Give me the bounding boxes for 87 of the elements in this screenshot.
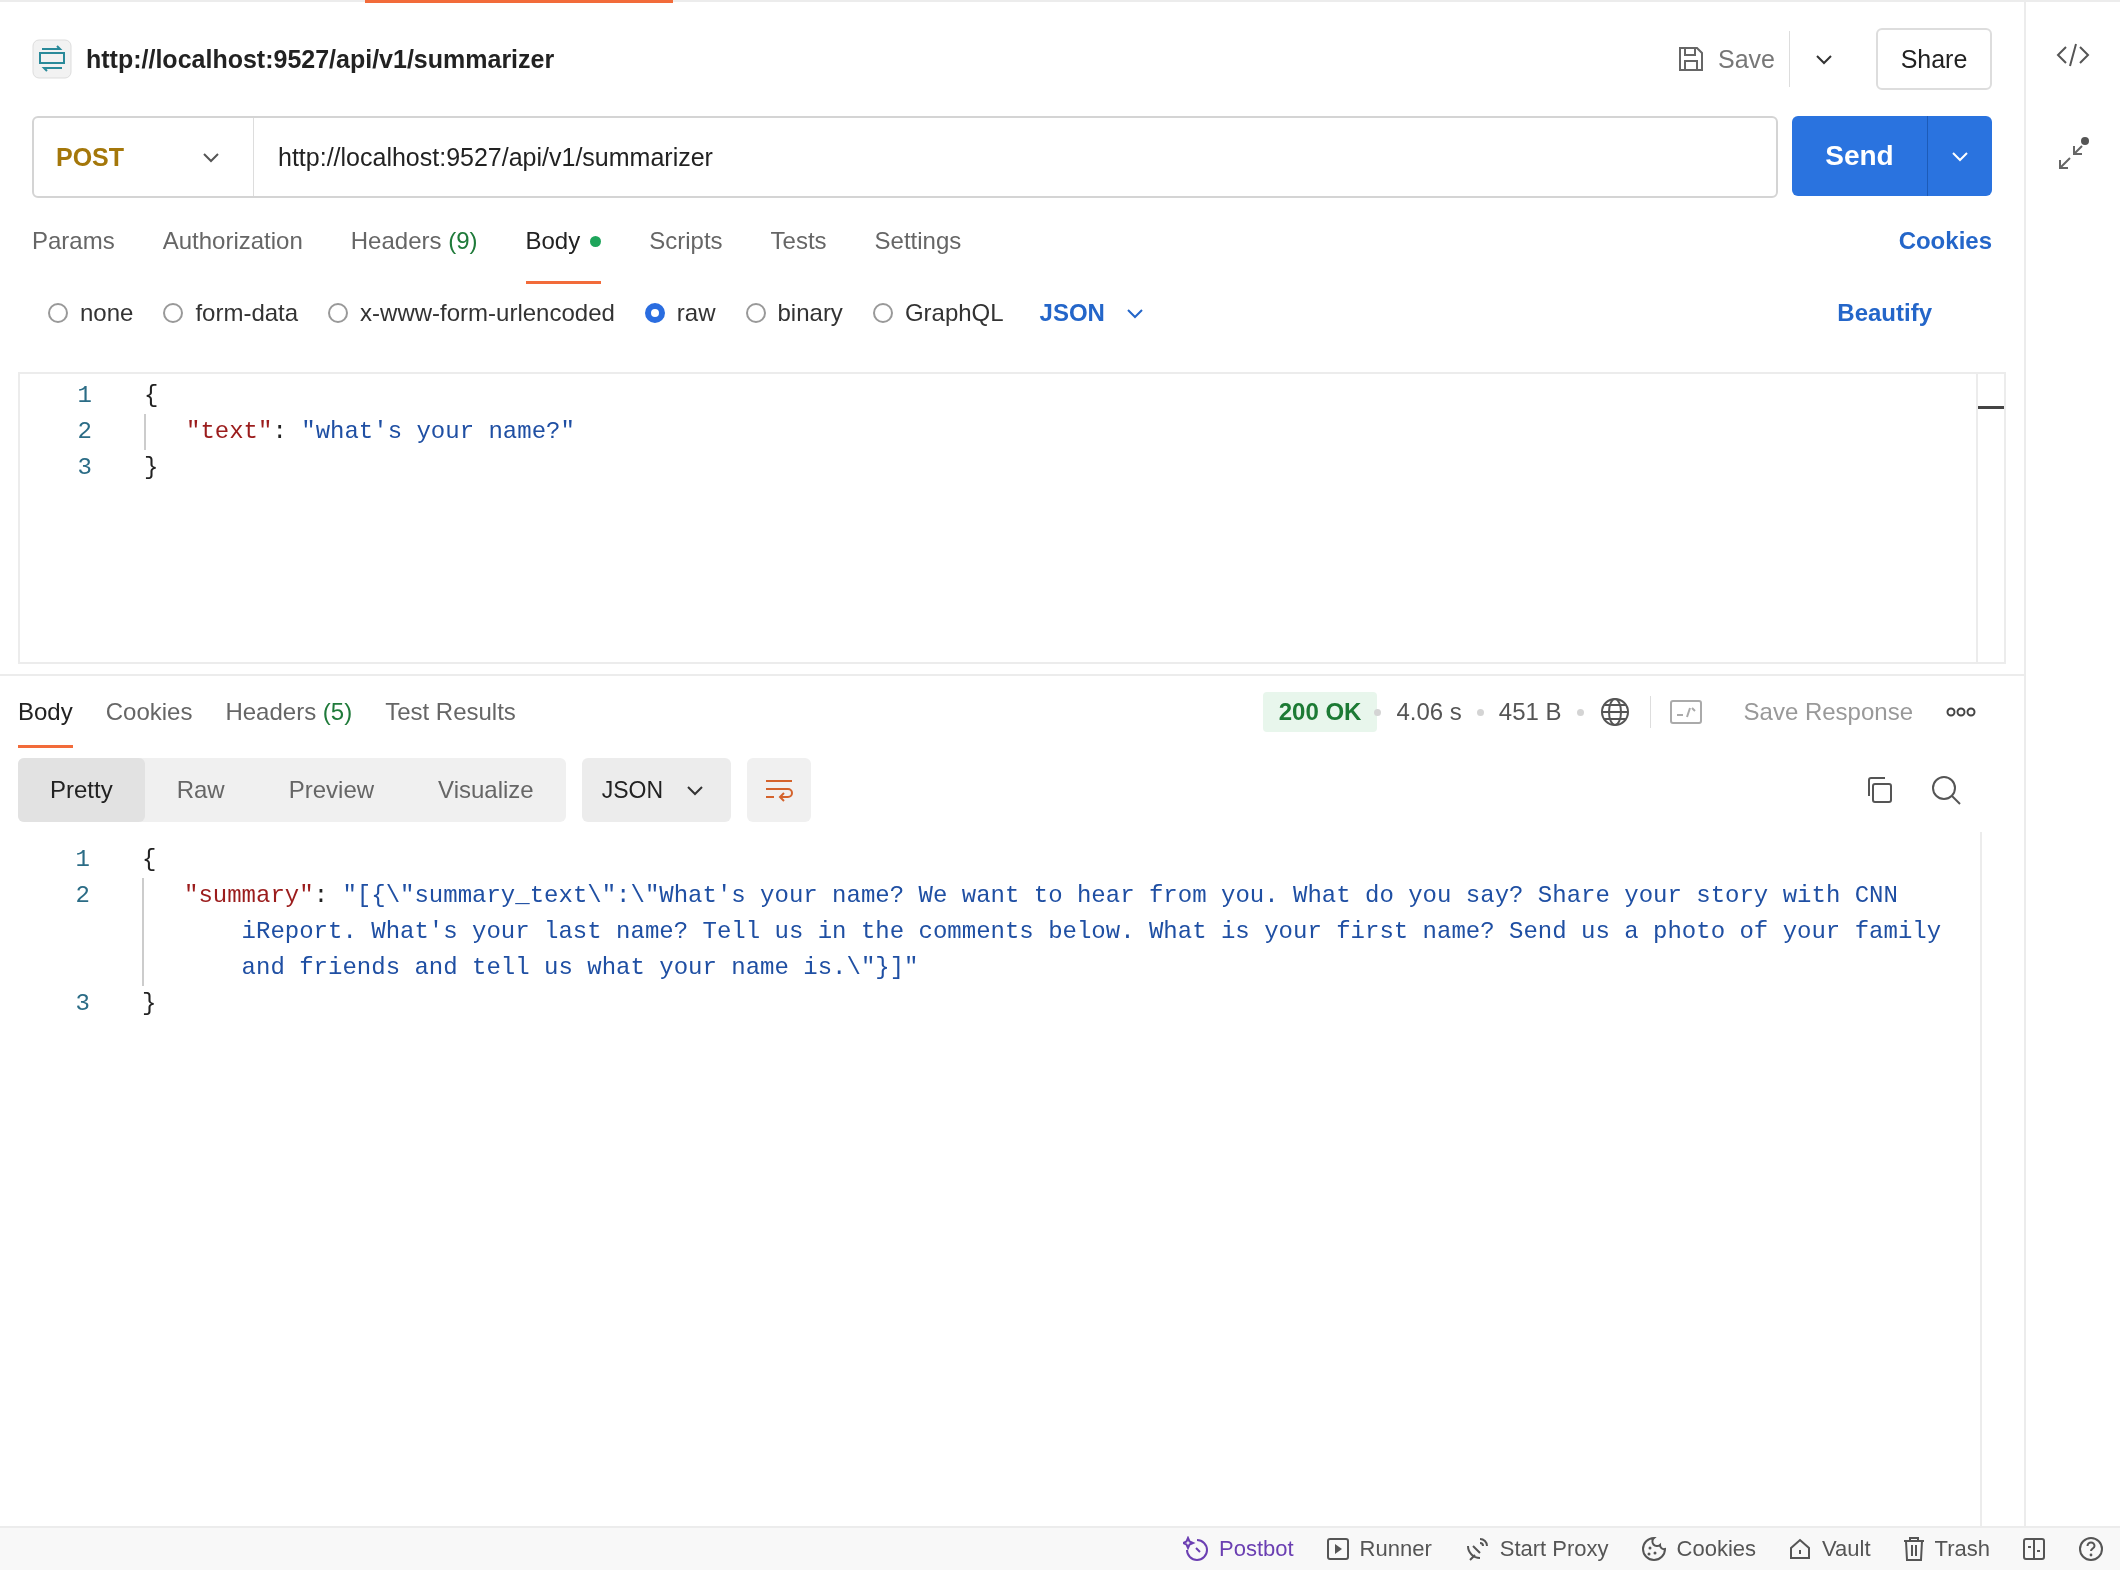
http-icon xyxy=(32,39,72,79)
method-dropdown[interactable]: POST xyxy=(34,118,254,196)
request-tab[interactable]: Headers (9) xyxy=(350,198,478,284)
layout-icon xyxy=(2022,1537,2046,1561)
play-icon xyxy=(1325,1537,1350,1561)
language-dropdown[interactable]: JSON xyxy=(581,758,732,822)
code-line: { xyxy=(142,845,157,875)
radio-label: GraphQL xyxy=(904,299,1004,327)
line-number: 3 xyxy=(76,453,92,483)
request-tab[interactable]: Scripts xyxy=(649,198,723,284)
status-badge: 200 OK xyxy=(1262,692,1378,732)
status-bar-item[interactable]: Start Proxy xyxy=(1463,1536,1609,1562)
example-icon xyxy=(1669,700,1702,724)
body-type-radio[interactable]: GraphQL xyxy=(872,299,1004,327)
cookies-link[interactable]: Cookies xyxy=(1898,198,1992,284)
caret-icon xyxy=(1950,149,1970,163)
save-button[interactable]: Save xyxy=(1676,31,1790,87)
request-title: http://localhost:9527/api/v1/summarizer xyxy=(86,44,555,74)
request-tab[interactable]: Params xyxy=(32,198,115,284)
url-bar[interactable]: POST http://localhost:9527/api/v1/summarizer xyxy=(32,116,1778,198)
body-type-radio[interactable]: form-data xyxy=(163,299,299,327)
search-icon[interactable] xyxy=(1930,774,1962,806)
body-type-radio[interactable]: none xyxy=(48,299,134,327)
request-tab[interactable]: Body xyxy=(525,198,602,284)
response-tab[interactable]: Body xyxy=(18,676,73,748)
url-field[interactable]: http://localhost:9527/api/v1/summarizer xyxy=(254,142,1776,172)
status-bar-item[interactable] xyxy=(2022,1537,2046,1561)
code-line: "summary": "[{\"summary_text\":\"What's your name? We want to hear from you. What do you say? Share your story with CNN iReport. What's your last name? Tell us in the comments below. What is your first name? Send us a photo of your family and friends and tell us what your name is.\"}]" xyxy=(142,878,1956,986)
response-size: 451 B xyxy=(1498,698,1562,726)
line-number: 2 xyxy=(74,881,90,911)
code-line: } xyxy=(144,453,159,483)
request-body-editor[interactable]: 1 { 2 "text": "what's your name?" 3 } xyxy=(18,372,2006,664)
response-tab[interactable]: Cookies xyxy=(105,676,193,748)
trash-icon xyxy=(1902,1536,1925,1562)
radio-label: binary xyxy=(777,299,843,327)
request-tab[interactable]: Tests xyxy=(770,198,827,284)
caret-icon xyxy=(685,783,706,797)
view-mode-tab[interactable]: Visualize xyxy=(406,758,566,822)
request-tab[interactable]: Settings xyxy=(874,198,962,284)
tab-count: (5) xyxy=(322,698,353,726)
code-line: { xyxy=(144,381,159,411)
share-button[interactable]: Share xyxy=(1876,28,1992,90)
body-type-radio[interactable]: binary xyxy=(745,299,843,327)
response-tab[interactable]: Test Results xyxy=(385,676,516,748)
code-line: } xyxy=(142,989,157,1019)
collapse-icon[interactable] xyxy=(2056,136,2090,172)
beautify-link[interactable]: Beautify xyxy=(1837,299,1932,327)
radio-label: raw xyxy=(676,299,716,327)
sparkle-icon xyxy=(1183,1536,1209,1562)
line-number: 1 xyxy=(76,381,92,411)
request-tab[interactable]: Authorization xyxy=(162,198,303,284)
line-number: 2 xyxy=(76,417,92,447)
status-bar-item[interactable]: Trash xyxy=(1902,1536,1990,1562)
status-bar-item[interactable]: Postbot xyxy=(1183,1536,1294,1562)
radio-label: none xyxy=(80,299,134,327)
response-time: 4.06 s xyxy=(1396,698,1462,726)
view-mode-tab[interactable]: Preview xyxy=(256,758,407,822)
cookie-icon xyxy=(1640,1536,1667,1562)
code-icon[interactable] xyxy=(2056,42,2090,68)
caret-icon xyxy=(201,150,221,164)
more-icon[interactable] xyxy=(1946,707,1976,717)
separator-dot xyxy=(1476,708,1484,716)
view-mode-tab[interactable]: Pretty xyxy=(18,758,145,822)
line-number: 1 xyxy=(74,845,90,875)
view-mode-tab[interactable]: Raw xyxy=(144,758,257,822)
status-bar-item[interactable] xyxy=(2078,1536,2104,1562)
save-icon xyxy=(1676,44,1706,74)
language-dropdown[interactable]: JSON xyxy=(1039,299,1145,327)
separator-dot xyxy=(1576,708,1584,716)
status-bar-item[interactable]: Vault xyxy=(1788,1536,1871,1562)
status-bar-item[interactable]: Runner xyxy=(1325,1536,1432,1562)
line-number: 3 xyxy=(74,989,90,1019)
response-tab[interactable]: Headers (5) xyxy=(225,676,353,748)
wrap-lines-button[interactable] xyxy=(747,758,812,822)
scrollbar[interactable] xyxy=(1976,374,2004,662)
help-icon xyxy=(2078,1536,2104,1562)
caret-icon xyxy=(1814,52,1834,66)
tab-count: (9) xyxy=(448,227,478,255)
body-type-radio[interactable]: raw xyxy=(644,299,716,327)
globe-icon[interactable] xyxy=(1598,696,1631,728)
send-button[interactable]: Send xyxy=(1792,116,1928,196)
caret-icon xyxy=(1124,306,1145,320)
radio-label: form-data xyxy=(195,299,299,327)
house-icon xyxy=(1788,1537,1813,1561)
separator-dot xyxy=(1374,708,1382,716)
status-bar-item[interactable]: Cookies xyxy=(1640,1536,1757,1562)
code-line: "text": "what's your name?" xyxy=(144,414,575,450)
